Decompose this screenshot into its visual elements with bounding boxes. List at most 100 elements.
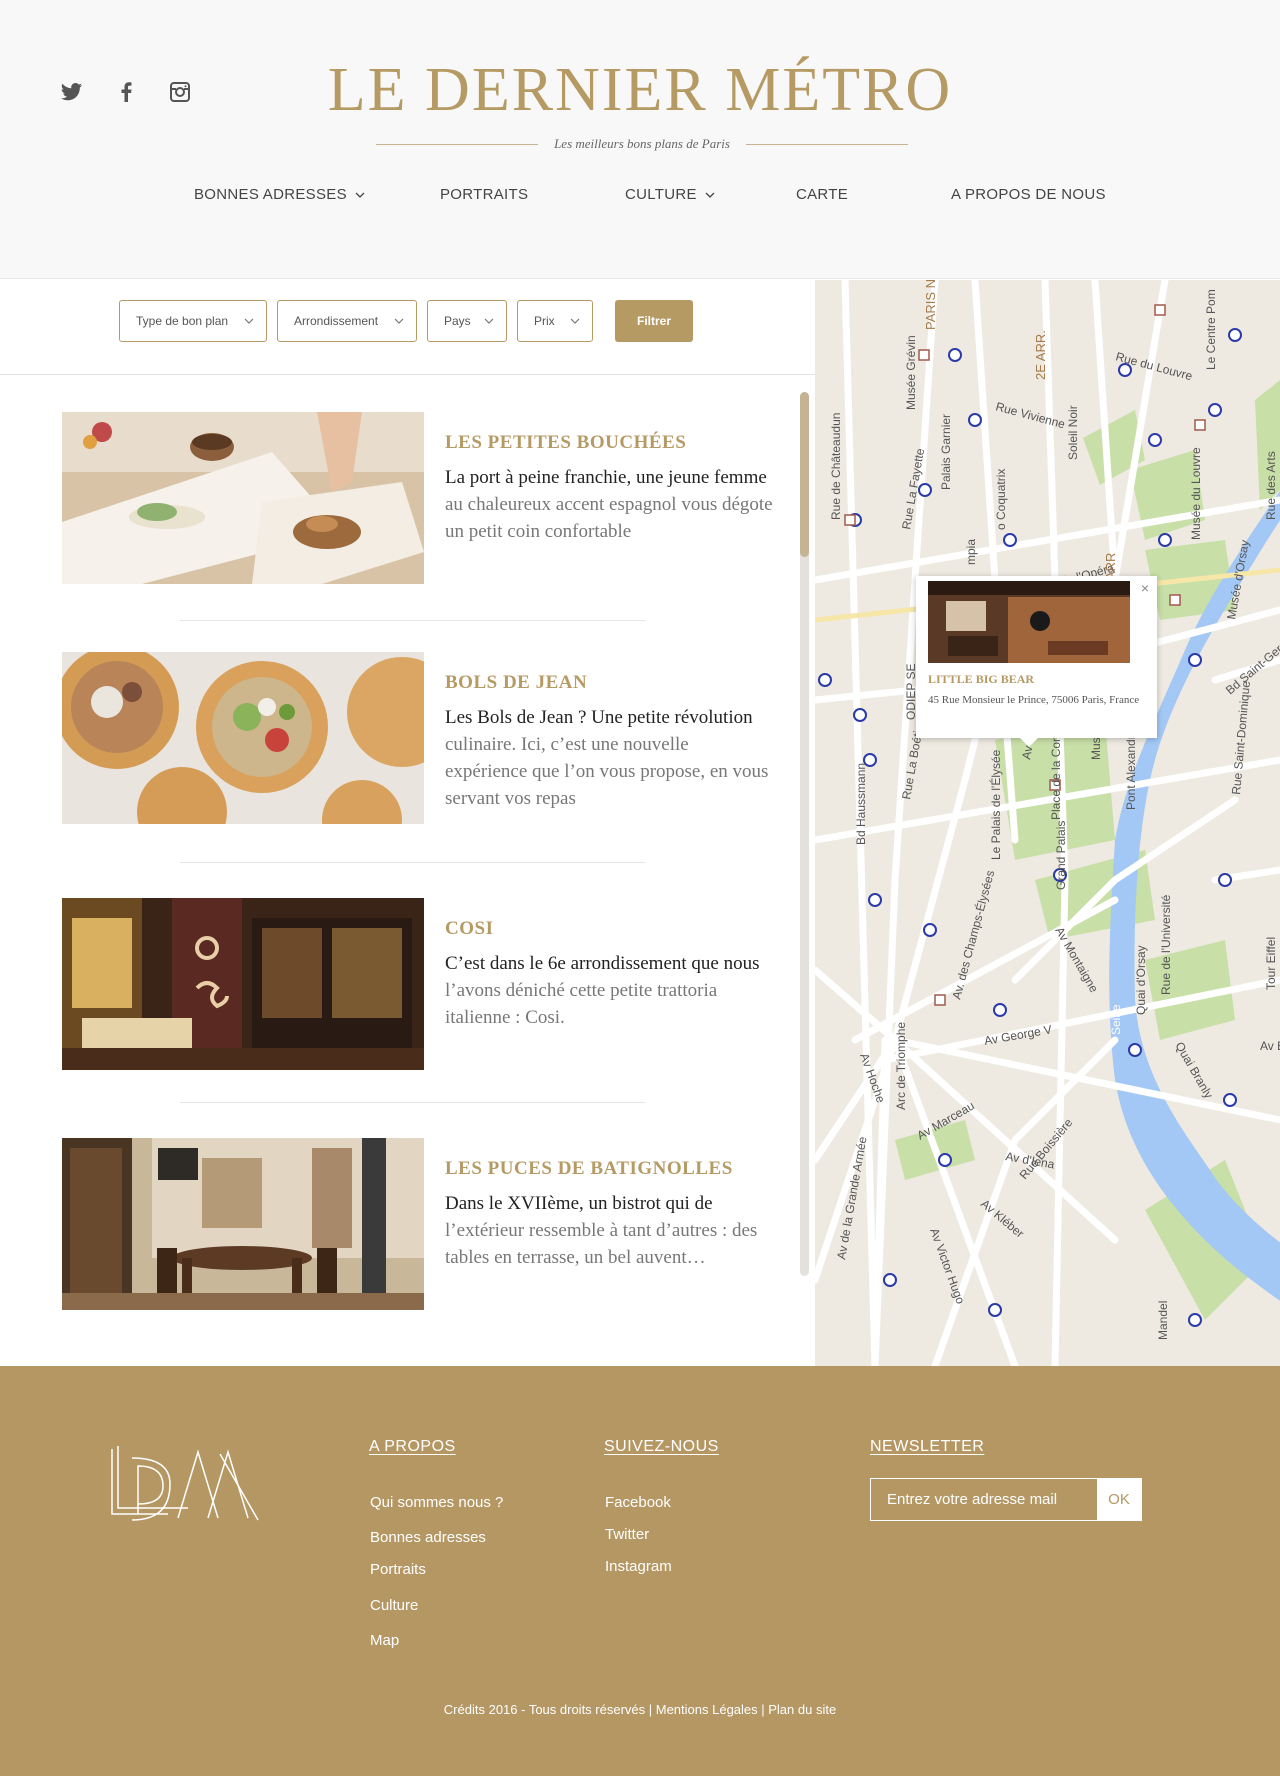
popup-tail: [1020, 738, 1038, 747]
prix-select[interactable]: Prix: [517, 300, 593, 342]
map-street-label: Av Bo: [1260, 1039, 1280, 1053]
map-street-label: Mandel: [1156, 1301, 1170, 1340]
map-street-label: Seine: [1109, 1004, 1123, 1035]
article-excerpt: C’est dans le 6e arrondissement que nous…: [445, 953, 760, 1028]
nav-item-carte[interactable]: CARTE: [796, 186, 848, 203]
map-street-label: Bd Haussmann: [854, 763, 868, 845]
tagline-row: Les meilleurs bons plans de Paris: [376, 136, 908, 152]
map-street-label: Musée du Louvre: [1189, 447, 1203, 540]
newsletter-submit-button[interactable]: OK: [1097, 1479, 1141, 1520]
chevron-down-icon: [570, 318, 580, 324]
nav-item-portraits[interactable]: PORTRAITS: [440, 186, 528, 203]
nav-item-bonnes-adresses[interactable]: BONNES ADRESSES: [194, 186, 365, 203]
popup-title: LITTLE BIG BEAR: [928, 672, 1035, 686]
nav-label: PORTRAITS: [440, 186, 529, 203]
article-card[interactable]: BOLS DE JEAN Les Bols de Jean ? Une peti…: [62, 652, 782, 824]
main-nav: BONNES ADRESSES PORTRAITS CULTURE CARTE …: [0, 186, 1280, 206]
popup-address: 45 Rue Monsieur le Prince, 75006 Paris, …: [928, 694, 1140, 706]
map-street-label: PARIS N: [923, 280, 938, 330]
map-street-label: Rue de Châteaudun: [829, 413, 843, 520]
chevron-down-icon: [244, 318, 254, 324]
ldm-logo-icon: [111, 1446, 259, 1521]
site-footer: A PROPOS Qui sommes nous ? Bonnes adress…: [0, 1366, 1280, 1776]
footer-newsletter-heading: NEWSLETTER: [870, 1438, 985, 1455]
filter-button[interactable]: Filtrer: [615, 300, 693, 342]
article-card[interactable]: LES PUCES DE BATIGNOLLES Dans le XVIIème…: [62, 1138, 782, 1310]
map-street-label: Quai d'Orsay: [1134, 945, 1148, 1015]
tagline-divider-right: [745, 143, 908, 145]
article-title: LES PETITES BOUCHÉES: [445, 432, 687, 453]
select-label: Type de bon plan: [136, 314, 229, 328]
chevron-down-icon: [355, 192, 365, 198]
map-street-label: mpia: [964, 539, 978, 565]
popup-image: [928, 581, 1130, 663]
map-street-label: Le Palais de l'Élysée: [988, 749, 1003, 860]
nav-label: CARTE: [796, 186, 849, 203]
map-street-label: Arc de Triomphe: [894, 1022, 908, 1110]
newsletter-form: OK: [870, 1478, 1142, 1521]
footer-link-map[interactable]: Map: [370, 1632, 399, 1649]
article-title: LES PUCES DE BATIGNOLLES: [445, 1158, 733, 1179]
select-label: Prix: [534, 314, 555, 328]
map-panel[interactable]: PARIS N 2E ARR. Rue du Louvre Rue Vivienne S…: [815, 280, 1280, 1366]
article-card[interactable]: COSI C’est dans le 6e arrondissement que…: [62, 898, 782, 1070]
article-title: COSI: [445, 918, 494, 939]
newsletter-email-input[interactable]: [871, 1479, 1097, 1520]
select-label: Pays: [444, 314, 471, 328]
article-image: [62, 1138, 424, 1310]
footer-link-bonnes-adresses[interactable]: Bonnes adresses: [370, 1529, 486, 1546]
article-excerpt: La port à peine franchie, une jeune femm…: [445, 467, 773, 542]
map-popup[interactable]: LITTLE BIG BEAR 45 Rue Monsieur le Princ…: [916, 576, 1157, 747]
footer-about-heading[interactable]: A PROPOS: [369, 1438, 456, 1456]
footer-logo[interactable]: [108, 1444, 260, 1529]
article-excerpt: Les Bols de Jean ? Une petite révolution…: [445, 707, 769, 809]
nav-item-culture[interactable]: CULTURE: [625, 186, 715, 203]
chevron-down-icon: [705, 192, 715, 198]
tagline-divider-left: [376, 143, 539, 145]
site-title[interactable]: LE DERNIER MÉTRO: [0, 55, 1280, 126]
select-label: Arrondissement: [294, 314, 379, 328]
map-street-label: 2E ARR.: [1033, 330, 1048, 380]
footer-link-qui-sommes-nous[interactable]: Qui sommes nous ?: [370, 1494, 503, 1511]
article-image: [62, 898, 424, 1070]
scrollbar-thumb[interactable]: [800, 392, 809, 557]
map-street-label: Palais Garnier: [939, 414, 953, 490]
article-list: LES PETITES BOUCHÉES La port à peine fra…: [0, 376, 815, 1366]
map-canvas[interactable]: PARIS N2E ARR. Rue du LouvreRue Vivienne S…: [815, 280, 1280, 1366]
footer-link-instagram[interactable]: Instagram: [605, 1558, 672, 1575]
footer-follow-heading[interactable]: SUIVEZ-NOUS: [604, 1438, 719, 1456]
pays-select[interactable]: Pays: [427, 300, 507, 342]
nav-label: A PROPOS DE NOUS: [951, 186, 1106, 203]
arrondissement-select[interactable]: Arrondissement: [277, 300, 417, 342]
article-divider: [180, 862, 646, 863]
site-header: LE DERNIER MÉTRO Les meilleurs bons plan…: [0, 0, 1280, 279]
footer-link-culture[interactable]: Culture: [370, 1597, 418, 1614]
footer-link-facebook[interactable]: Facebook: [605, 1494, 671, 1511]
chevron-down-icon: [394, 318, 404, 324]
article-card[interactable]: LES PETITES BOUCHÉES La port à peine fra…: [62, 412, 782, 584]
filter-bar: Type de bon plan Arrondissement Pays Pri…: [0, 280, 815, 375]
map-street-label: Rue des Arts: [1264, 451, 1278, 520]
map-street-label: Le Centre Pom: [1204, 289, 1218, 370]
type-select[interactable]: Type de bon plan: [119, 300, 267, 342]
map-street-label: Soleil Noir: [1066, 405, 1080, 460]
footer-link-portraits[interactable]: Portraits: [370, 1561, 426, 1578]
footer-link-twitter[interactable]: Twitter: [605, 1526, 649, 1543]
map-street-label: o Coquatrix: [994, 469, 1008, 530]
chevron-down-icon: [484, 318, 494, 324]
nav-label: CULTURE: [625, 186, 697, 203]
map-street-label: Musée Grévin: [904, 335, 918, 410]
map-street-label: Rue de l'Université: [1159, 894, 1173, 995]
list-scrollbar[interactable]: [800, 392, 809, 1276]
article-excerpt: Dans le XVIIème, un bistrot qui de l’ext…: [445, 1193, 758, 1268]
tagline: Les meilleurs bons plans de Paris: [554, 136, 730, 151]
article-divider: [180, 1102, 646, 1103]
article-title: BOLS DE JEAN: [445, 672, 588, 693]
nav-item-a-propos[interactable]: A PROPOS DE NOUS: [951, 186, 1106, 203]
map-street-label: Tour Eiffel: [1264, 937, 1278, 990]
article-image: [62, 412, 424, 584]
article-divider: [180, 620, 646, 621]
nav-label: BONNES ADRESSES: [194, 186, 347, 203]
article-image: [62, 652, 424, 824]
close-icon[interactable]: ×: [1141, 580, 1149, 596]
